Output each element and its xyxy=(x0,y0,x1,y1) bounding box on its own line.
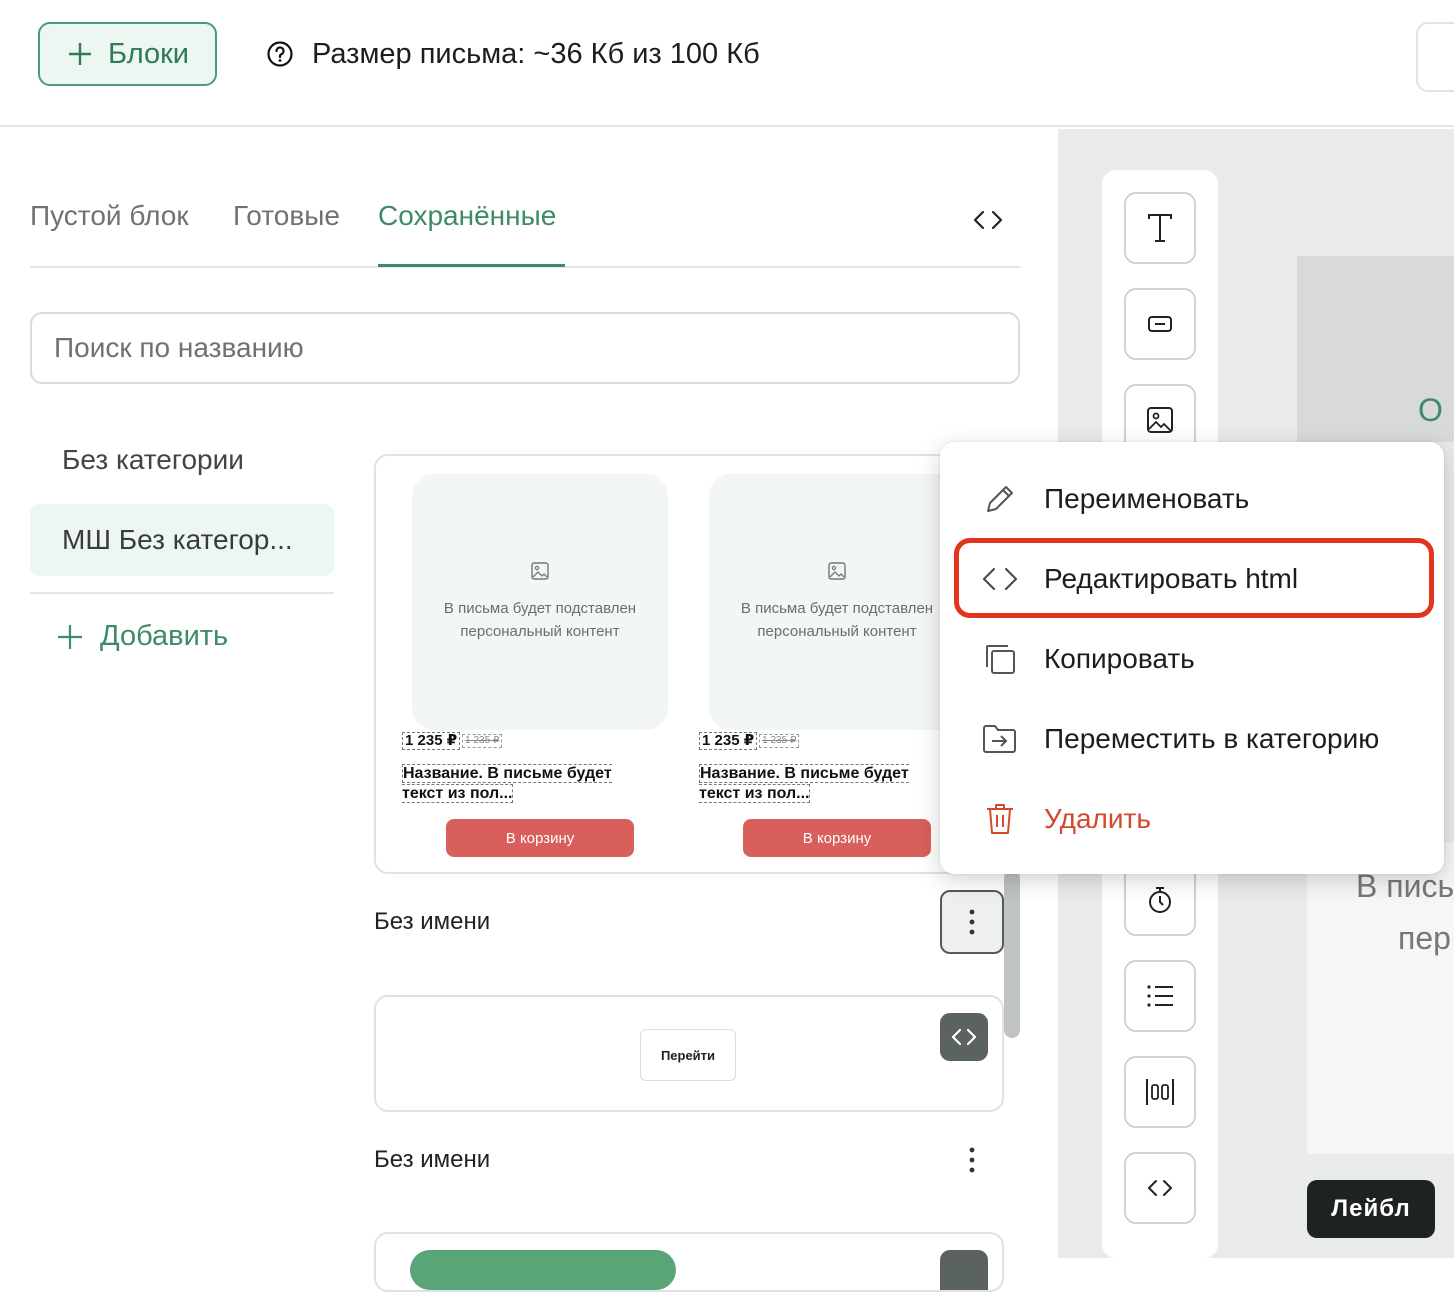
copy-icon xyxy=(982,641,1018,677)
category-item-selected[interactable]: МШ Без категор... xyxy=(30,504,334,576)
menu-item-label: Копировать xyxy=(1044,643,1195,674)
list-icon xyxy=(1147,985,1173,1007)
block-menu-button[interactable] xyxy=(940,890,1004,954)
menu-item-label: Переместить в категорию xyxy=(1044,723,1380,754)
label-chip[interactable]: Лейбл xyxy=(1307,1180,1435,1238)
add-to-cart-button: В корзину xyxy=(446,819,634,857)
goto-button: Перейти xyxy=(640,1029,736,1081)
block-context-menu: Переименовать Редактировать html Копиров… xyxy=(940,442,1444,874)
tab-empty-block[interactable]: Пустой блок xyxy=(30,200,189,232)
product-name-text: Название. В письме будет текст из пол... xyxy=(402,764,612,803)
menu-item-label: Редактировать html xyxy=(1044,563,1299,594)
menu-item-delete[interactable]: Удалить xyxy=(940,784,1444,854)
code-icon xyxy=(951,1028,977,1046)
top-bar: Блоки Размер письма: ~36 Кб из 100 Кб xyxy=(0,0,1454,127)
help-icon[interactable] xyxy=(266,40,294,68)
tab-saved[interactable]: Сохранённые xyxy=(378,200,556,232)
product-name: Название. В письме будет текст из пол... xyxy=(699,764,929,804)
timer-icon xyxy=(1149,887,1171,913)
letter-size-info: Размер письма: ~36 Кб из 100 Кб xyxy=(266,34,760,74)
code-icon xyxy=(982,561,1018,597)
add-category-button[interactable]: Добавить xyxy=(56,620,228,653)
timer-tool[interactable] xyxy=(1124,864,1196,936)
product-image-placeholder: В письма будет подставлен персональный к… xyxy=(412,474,668,730)
code-icon xyxy=(1148,1180,1172,1196)
list-tool[interactable] xyxy=(1124,960,1196,1032)
search-input[interactable] xyxy=(30,312,1020,384)
saved-block-preview[interactable]: В письма будет подставлен персональный к… xyxy=(374,454,1004,874)
code-icon[interactable] xyxy=(972,206,1004,234)
menu-item-label: Переименовать xyxy=(1044,483,1250,514)
menu-item-move-to-category[interactable]: Переместить в категорию xyxy=(940,704,1444,774)
green-button-preview xyxy=(410,1250,676,1290)
price-row: 1 235 ₽ 1 235 ₽ xyxy=(402,732,503,750)
menu-item-edit-html[interactable]: Редактировать html xyxy=(940,544,1444,614)
product-image-placeholder: В письма будет подставлен персональный к… xyxy=(709,474,965,730)
letter-size-label: Размер письма: ~36 Кб из 100 Кб xyxy=(312,37,760,70)
placeholder-text: В письма будет подставлен персональный к… xyxy=(740,600,934,640)
divider xyxy=(30,592,334,594)
trash-icon xyxy=(982,801,1018,837)
menu-item-copy[interactable]: Копировать xyxy=(940,624,1444,694)
image-icon xyxy=(828,562,846,580)
pencil-icon xyxy=(982,481,1018,517)
block-menu-button[interactable] xyxy=(940,1128,1004,1192)
category-item[interactable]: Без категории xyxy=(30,424,334,496)
plus-icon xyxy=(69,43,92,65)
image-icon xyxy=(531,562,549,580)
price: 1 235 ₽ xyxy=(699,732,758,750)
top-right-button[interactable] xyxy=(1416,22,1454,92)
saved-block-preview[interactable]: Перейти xyxy=(374,995,1004,1112)
block-tabs: Пустой блок Готовые Сохранённые xyxy=(30,180,1020,268)
old-price: 1 235 ₽ xyxy=(759,734,800,748)
text-tool[interactable] xyxy=(1124,192,1196,264)
block-title: Без имени xyxy=(374,1146,491,1173)
columns-icon xyxy=(1146,1079,1174,1105)
columns-tool[interactable] xyxy=(1124,1056,1196,1128)
product-name: Название. В письме будет текст из пол... xyxy=(402,764,632,804)
price: 1 235 ₽ xyxy=(402,732,461,750)
product-name-text: Название. В письме будет текст из пол... xyxy=(699,764,909,803)
saved-block-preview[interactable] xyxy=(374,1232,1004,1292)
add-to-cart-button: В корзину xyxy=(743,819,931,857)
code-badge[interactable] xyxy=(940,1250,988,1290)
add-category-label: Добавить xyxy=(100,620,229,652)
price-row: 1 235 ₽ 1 235 ₽ xyxy=(699,732,800,750)
menu-item-label: Удалить xyxy=(1044,803,1151,834)
more-vertical-icon xyxy=(969,909,975,935)
active-tab-indicator xyxy=(378,264,565,267)
scrollbar-thumb[interactable] xyxy=(1004,870,1020,1038)
button-tool[interactable] xyxy=(1124,288,1196,360)
code-badge[interactable] xyxy=(940,1013,988,1061)
blocks-button[interactable]: Блоки xyxy=(38,22,217,86)
block-title: Без имени xyxy=(374,908,491,935)
old-price: 1 235 ₽ xyxy=(462,734,503,748)
preview-text: пер xyxy=(1398,920,1451,956)
menu-item-rename[interactable]: Переименовать xyxy=(940,464,1444,534)
placeholder-text: В письма будет подставлен персональный к… xyxy=(443,600,637,640)
folder-move-icon xyxy=(982,721,1018,757)
more-vertical-icon xyxy=(969,1147,975,1173)
preview-text: О xyxy=(1418,392,1443,428)
html-tool[interactable] xyxy=(1124,1152,1196,1224)
button-icon xyxy=(1148,316,1172,332)
plus-icon xyxy=(58,624,82,649)
tab-ready[interactable]: Готовые xyxy=(233,200,340,232)
blocks-button-label: Блоки xyxy=(108,37,189,70)
image-icon xyxy=(1147,407,1173,433)
text-icon xyxy=(1148,214,1172,242)
